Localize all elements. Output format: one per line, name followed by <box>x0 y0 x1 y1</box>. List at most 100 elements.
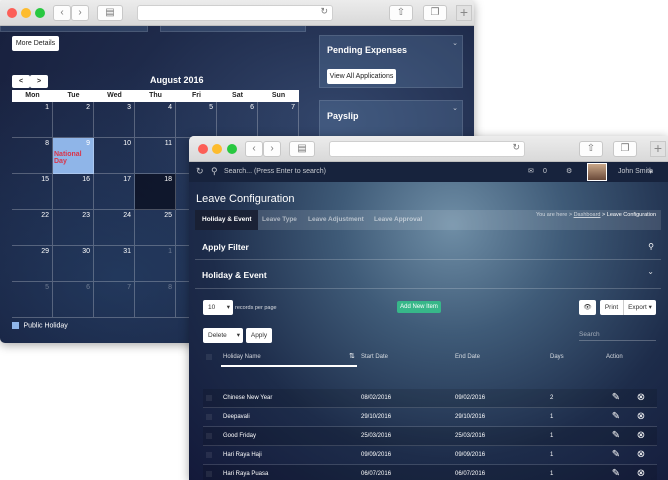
calendar-day-cell[interactable]: 10 <box>94 138 135 174</box>
calendar-day-cell[interactable]: 18 <box>135 174 176 210</box>
settings-icon[interactable]: ⚙ <box>566 167 572 175</box>
forward-nav-icon[interactable]: › <box>71 5 89 21</box>
calendar-day-cell[interactable]: 7 <box>258 102 299 138</box>
calendar-day-cell[interactable]: 9 National Day <box>53 138 94 174</box>
calendar-day-cell[interactable]: 2 <box>53 102 94 138</box>
calendar-day-cell[interactable]: 23 <box>53 210 94 246</box>
global-search-input[interactable]: Search... (Press Enter to search) <box>224 168 326 175</box>
search-icon[interactable]: ⚲ <box>648 242 654 251</box>
tab-leave-adjustment[interactable]: Leave Adjustment <box>301 210 371 230</box>
reload-icon[interactable]: ↻ <box>512 142 520 153</box>
toggle-columns-button[interactable]: 👁 <box>579 300 596 315</box>
url-bar[interactable]: ↻ <box>137 5 333 21</box>
sort-icon[interactable]: ⇅ <box>349 352 355 360</box>
calendar-day-cell[interactable]: 8 <box>12 138 53 174</box>
back-nav-icon[interactable]: ‹ <box>245 141 263 157</box>
edit-icon[interactable]: ✎ <box>610 449 622 461</box>
column-days[interactable]: Days <box>550 354 564 360</box>
forward-nav-icon[interactable]: › <box>263 141 281 157</box>
share-icon[interactable]: ⇧ <box>389 5 413 21</box>
more-details-button[interactable]: More Details <box>12 36 59 51</box>
calendar-day-cell[interactable]: 6 <box>217 102 258 138</box>
tabs-icon[interactable]: ❐ <box>423 5 447 21</box>
edit-icon[interactable]: ✎ <box>610 392 622 404</box>
page-size-select[interactable]: 10 ▾ <box>203 300 233 315</box>
column-holiday-name[interactable]: Holiday Name <box>223 354 261 360</box>
share-icon[interactable]: ⇧ <box>579 141 603 157</box>
back-nav-icon[interactable]: ‹ <box>53 5 71 21</box>
row-checkbox[interactable] <box>206 395 212 401</box>
delete-icon[interactable]: ⊗ <box>635 430 647 442</box>
calendar-day-cell[interactable]: 17 <box>94 174 135 210</box>
close-dot[interactable] <box>198 144 208 154</box>
zoom-dot[interactable] <box>227 144 237 154</box>
delete-icon[interactable]: ⊗ <box>635 411 647 423</box>
table-row[interactable]: Chinese New Year 08/02/2016 09/02/2016 2 ✎ ⊗ <box>203 389 657 408</box>
table-row[interactable]: Hari Raya Puasa 06/07/2016 06/07/2016 1 ✎ ⊗ <box>203 465 657 480</box>
calendar-day-cell[interactable]: 29 <box>12 246 53 282</box>
calendar-day-cell[interactable]: 30 <box>53 246 94 282</box>
bulk-action-select[interactable]: Delete ▾ <box>203 328 243 343</box>
print-button[interactable]: Print <box>600 300 623 315</box>
apply-filter-title[interactable]: Apply Filter <box>202 242 249 252</box>
edit-icon[interactable]: ✎ <box>610 430 622 442</box>
row-checkbox[interactable] <box>206 414 212 420</box>
calendar-day-cell[interactable]: 6 <box>53 282 94 318</box>
tabs-icon[interactable]: ❐ <box>613 141 637 157</box>
add-new-item-button[interactable]: Add New Item <box>397 301 441 313</box>
calendar-day-cell[interactable]: 5 <box>176 102 217 138</box>
apply-button[interactable]: Apply <box>246 328 272 343</box>
edit-icon[interactable]: ✎ <box>610 468 622 480</box>
calendar-day-cell[interactable]: 4 <box>135 102 176 138</box>
url-bar[interactable]: ↻ <box>329 141 525 157</box>
delete-icon[interactable]: ⊗ <box>635 392 647 404</box>
row-checkbox[interactable] <box>206 452 212 458</box>
refresh-icon[interactable]: ↻ <box>196 166 204 177</box>
calendar-day-cell[interactable]: 3 <box>94 102 135 138</box>
calendar-day-cell[interactable]: 15 <box>12 174 53 210</box>
zoom-dot[interactable] <box>35 8 45 18</box>
new-tab-icon[interactable]: + <box>650 141 666 157</box>
calendar-day-cell[interactable]: 8 <box>135 282 176 318</box>
new-tab-icon[interactable]: + <box>456 5 472 21</box>
tab-leave-approval[interactable]: Leave Approval <box>367 210 429 230</box>
calendar-day-cell[interactable]: 16 <box>53 174 94 210</box>
user-name[interactable]: John Smith <box>618 168 653 175</box>
calendar-day-cell[interactable]: 22 <box>12 210 53 246</box>
sidebar-icon[interactable]: ▤ <box>97 5 123 21</box>
edit-icon[interactable]: ✎ <box>610 411 622 423</box>
calendar-day-cell[interactable]: 1 <box>135 246 176 282</box>
calendar-day-cell[interactable]: 5 <box>12 282 53 318</box>
export-button[interactable]: Export ▾ <box>623 300 656 315</box>
column-start-date[interactable]: Start Date <box>361 354 388 360</box>
table-row[interactable]: Hari Raya Haji 09/09/2016 09/09/2016 1 ✎ ⊗ <box>203 446 657 465</box>
calendar-day-cell[interactable]: 11 <box>135 138 176 174</box>
calendar-day-cell[interactable]: 7 <box>94 282 135 318</box>
delete-icon[interactable]: ⊗ <box>635 449 647 461</box>
calendar-day-cell[interactable]: 31 <box>94 246 135 282</box>
mail-icon[interactable]: ✉ <box>528 167 534 175</box>
calendar-day-cell[interactable]: 25 <box>135 210 176 246</box>
chevron-down-icon[interactable]: ⌄ <box>452 104 458 112</box>
avatar[interactable] <box>587 163 607 181</box>
table-row[interactable]: Deepavali 29/10/2016 29/10/2016 1 ✎ ⊗ <box>203 408 657 427</box>
table-search-input[interactable]: Search <box>579 331 656 341</box>
delete-icon[interactable]: ⊗ <box>635 468 647 480</box>
reload-icon[interactable]: ↻ <box>320 6 328 17</box>
sidebar-icon[interactable]: ▤ <box>289 141 315 157</box>
calendar-prev-button[interactable]: < <box>12 75 30 88</box>
select-all-checkbox[interactable] <box>206 354 212 360</box>
calendar-next-button[interactable]: > <box>30 75 48 88</box>
calendar-day-cell[interactable]: 24 <box>94 210 135 246</box>
chevron-down-icon[interactable]: ⌄ <box>452 39 458 47</box>
minimize-dot[interactable] <box>21 8 31 18</box>
row-checkbox[interactable] <box>206 433 212 439</box>
tab-leave-type[interactable]: Leave Type <box>255 210 304 230</box>
view-all-applications-button[interactable]: View All Applications <box>327 69 396 84</box>
minimize-dot[interactable] <box>212 144 222 154</box>
row-checkbox[interactable] <box>206 471 212 477</box>
calendar-event-national-day[interactable]: National Day <box>54 151 93 165</box>
tab-holiday-event[interactable]: Holiday & Event <box>195 210 259 230</box>
chevron-down-icon[interactable]: ⌄ <box>647 267 654 276</box>
close-dot[interactable] <box>7 8 17 18</box>
